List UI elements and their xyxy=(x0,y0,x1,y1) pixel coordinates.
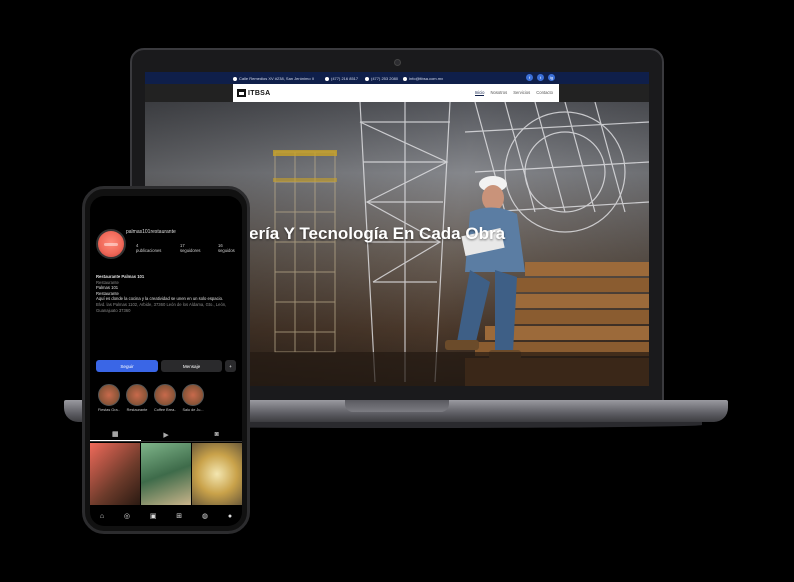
email-info[interactable]: info@itbsa.com.mx xyxy=(403,76,443,81)
stat-followers[interactable]: 17 seguidores xyxy=(180,243,201,253)
location-icon xyxy=(233,76,237,81)
profile-address[interactable]: Blvd. las Palmas 1102, Arbide, 37360 Leó… xyxy=(96,302,236,313)
bottom-nav: ⌂ ◎ ▣ ⊞ ◍ ● xyxy=(90,508,242,524)
message-button[interactable]: Mensaje xyxy=(161,360,222,372)
highlight-cover xyxy=(182,384,204,406)
profile-tabs: ▦ ▶ ◙ xyxy=(90,428,242,442)
post-thumbnail[interactable] xyxy=(141,443,191,505)
hero-title: ería Y Tecnología En Cada Obra xyxy=(249,224,506,243)
camera-icon xyxy=(394,59,401,66)
site-navbar: ITBSA Inicio Nosotros Servicios Contacto xyxy=(233,84,559,102)
highlight-cover xyxy=(126,384,148,406)
grid-icon[interactable]: ▦ xyxy=(90,428,141,441)
menu-item-servicios[interactable]: Servicios xyxy=(513,90,530,96)
stat-following[interactable]: 16 seguidos xyxy=(218,243,235,253)
phone-icon xyxy=(365,76,369,81)
post-grid xyxy=(90,443,242,505)
messenger-icon[interactable]: ◍ xyxy=(202,512,208,520)
mail-icon xyxy=(403,76,407,81)
address-info: Calle Remedios XV #238, San Jerónimo II xyxy=(233,76,314,81)
menu-item-contacto[interactable]: Contacto xyxy=(536,90,553,96)
laptop-notch xyxy=(345,400,449,412)
stat-posts[interactable]: 4 publicaciones xyxy=(136,243,161,253)
highlight-item[interactable]: Salu de Ju... xyxy=(182,384,204,412)
reels-nav-icon[interactable]: ▣ xyxy=(150,512,157,520)
tagged-icon[interactable]: ◙ xyxy=(191,428,242,441)
post-thumbnail[interactable] xyxy=(192,443,242,505)
highlight-item[interactable]: Fiestas Gra... xyxy=(98,384,120,412)
phone-icon xyxy=(325,76,329,81)
phone-screen: palmas101restaurante 4 publicaciones 17 … xyxy=(90,196,242,526)
social-links: f t ig xyxy=(526,74,555,81)
add-person-button[interactable]: + xyxy=(225,360,236,372)
avatar[interactable] xyxy=(96,229,126,259)
highlight-item[interactable]: Restaurante xyxy=(126,384,148,412)
menu-item-inicio[interactable]: Inicio xyxy=(474,90,485,96)
highlight-cover xyxy=(98,384,120,406)
create-icon[interactable]: ⊞ xyxy=(176,512,182,520)
menu-item-nosotros[interactable]: Nosotros xyxy=(490,90,507,96)
building-icon xyxy=(237,89,246,97)
twitter-icon[interactable]: t xyxy=(537,74,544,81)
site-menu: Inicio Nosotros Servicios Contacto xyxy=(474,90,553,96)
highlight-item[interactable]: Coffee Brea... xyxy=(154,384,176,412)
instagram-icon[interactable]: ig xyxy=(548,74,555,81)
site-logo[interactable]: ITBSA xyxy=(237,89,271,97)
post-thumbnail[interactable] xyxy=(90,443,140,505)
explore-icon[interactable]: ◎ xyxy=(124,512,130,520)
profile-username[interactable]: palmas101restaurante xyxy=(126,229,176,235)
follow-button[interactable]: Seguir xyxy=(96,360,158,372)
phone2-info[interactable]: (477) 253 2080 xyxy=(365,76,398,81)
profile-icon[interactable]: ● xyxy=(228,513,232,520)
profile-bio: Restaurante Palmas 101 Restaurante Palma… xyxy=(96,274,236,313)
highlight-cover xyxy=(154,384,176,406)
home-icon[interactable]: ⌂ xyxy=(100,513,104,520)
facebook-icon[interactable]: f xyxy=(526,74,533,81)
reels-icon[interactable]: ▶ xyxy=(141,428,192,441)
phone-info[interactable]: (477) 216 8517 xyxy=(325,76,358,81)
site-topbar: Calle Remedios XV #238, San Jerónimo II … xyxy=(145,72,649,84)
